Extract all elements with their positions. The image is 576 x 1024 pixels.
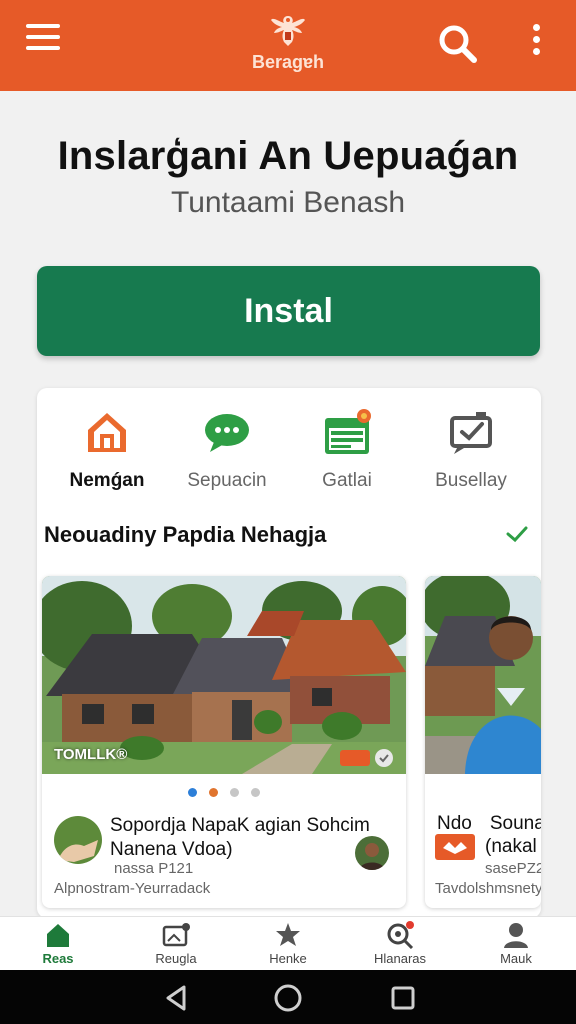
verified-badge	[338, 746, 400, 770]
carousel-dot[interactable]	[230, 788, 239, 797]
nav-label: Reugla	[155, 951, 197, 966]
nav-label: Henke	[269, 951, 307, 966]
star-people-icon	[274, 921, 302, 949]
carousel-dot[interactable]	[251, 788, 260, 797]
bottom-navigation: Reas Reugla Henke Hlanaras Mauk	[0, 916, 576, 970]
back-triangle-icon[interactable]	[162, 983, 192, 1013]
category-gatlai[interactable]: Gatlai	[287, 408, 407, 498]
home-icon	[44, 921, 72, 949]
section-title: Neouadiny Papdia Nehagja	[44, 522, 327, 547]
category-nemgan[interactable]: Nemǵan	[47, 408, 167, 498]
listing-footer: Tavdolshmsnety	[435, 880, 541, 897]
listing-meta: sasePZ23	[485, 860, 541, 877]
listing-photo[interactable]	[425, 576, 541, 774]
home-circle-icon[interactable]	[273, 983, 303, 1013]
content-card: Nemǵan Sepuacin Gatlai Busellay Neouadin…	[37, 388, 541, 918]
nav-label: Mauk	[500, 951, 532, 966]
page-title: Inslarģani An Uepuaǵan	[57, 134, 519, 178]
category-busellay[interactable]: Busellay	[411, 408, 531, 498]
listing-card[interactable]: TOMLLK® Sopordja NapaK agian Sohcim Nane…	[42, 576, 406, 908]
more-vertical-icon[interactable]	[524, 24, 548, 64]
app-logo-text: Beragɐh	[251, 52, 325, 72]
app-bar: Beragɐh	[0, 0, 576, 91]
photo-watermark: TOMLLK®	[54, 746, 128, 763]
check-icon[interactable]	[505, 522, 529, 546]
nav-item-mauk[interactable]: Mauk	[466, 921, 566, 969]
host-avatar[interactable]	[355, 836, 389, 870]
avatar[interactable]	[54, 816, 102, 864]
nav-item-reas[interactable]: Reas	[8, 921, 108, 969]
nav-item-henke[interactable]: Henke	[238, 921, 338, 969]
nav-label: Reas	[42, 951, 74, 966]
category-sepuacin[interactable]: Sepuacin	[167, 408, 287, 498]
nav-label: Hlanaras	[373, 951, 427, 966]
listing-footer: Alpnostram-Yeurradack	[54, 880, 211, 897]
agency-logo-icon	[435, 834, 475, 860]
carousel-dots[interactable]	[42, 784, 406, 802]
listing-subtitle: (nakal	[485, 836, 537, 857]
search-icon[interactable]	[436, 22, 480, 66]
listing-photo[interactable]: TOMLLK®	[42, 576, 406, 774]
install-button[interactable]: Instal	[37, 266, 540, 356]
category-label: Gatlai	[322, 470, 372, 491]
nav-item-reugla[interactable]: Reugla	[126, 921, 226, 969]
app-logo[interactable]: Beragɐh	[238, 12, 338, 76]
page-subtitle: Tuntaami Benash	[170, 186, 406, 219]
carousel-dot[interactable]	[209, 788, 218, 797]
listing-card[interactable]: Ndo Sounar (nakal sasePZ23 Tavdolshmsnety	[425, 576, 541, 908]
calendar-table-icon	[322, 408, 372, 458]
search-badge-icon	[386, 921, 414, 950]
category-label: Nemǵan	[69, 470, 145, 491]
garuda-emblem-icon	[271, 16, 305, 46]
listing-title-part: Ndo	[437, 813, 472, 834]
nav-item-hlanaras[interactable]: Hlanaras	[350, 921, 450, 969]
listing-title-part: Sounar	[489, 813, 541, 834]
category-label: Busellay	[435, 470, 507, 491]
image-edit-icon	[162, 921, 190, 949]
task-board-icon	[446, 408, 496, 458]
recents-square-icon[interactable]	[388, 983, 418, 1013]
listing-meta: nassa P121	[114, 860, 194, 877]
chat-bubble-icon	[202, 408, 252, 458]
system-navigation-bar	[0, 970, 576, 1024]
listing-title: Ndo Sounar	[437, 812, 541, 836]
carousel-dot[interactable]	[188, 788, 197, 797]
home-icon	[82, 408, 132, 458]
category-label: Sepuacin	[187, 470, 267, 491]
hamburger-menu-icon[interactable]	[26, 24, 64, 58]
profile-icon	[502, 921, 530, 949]
